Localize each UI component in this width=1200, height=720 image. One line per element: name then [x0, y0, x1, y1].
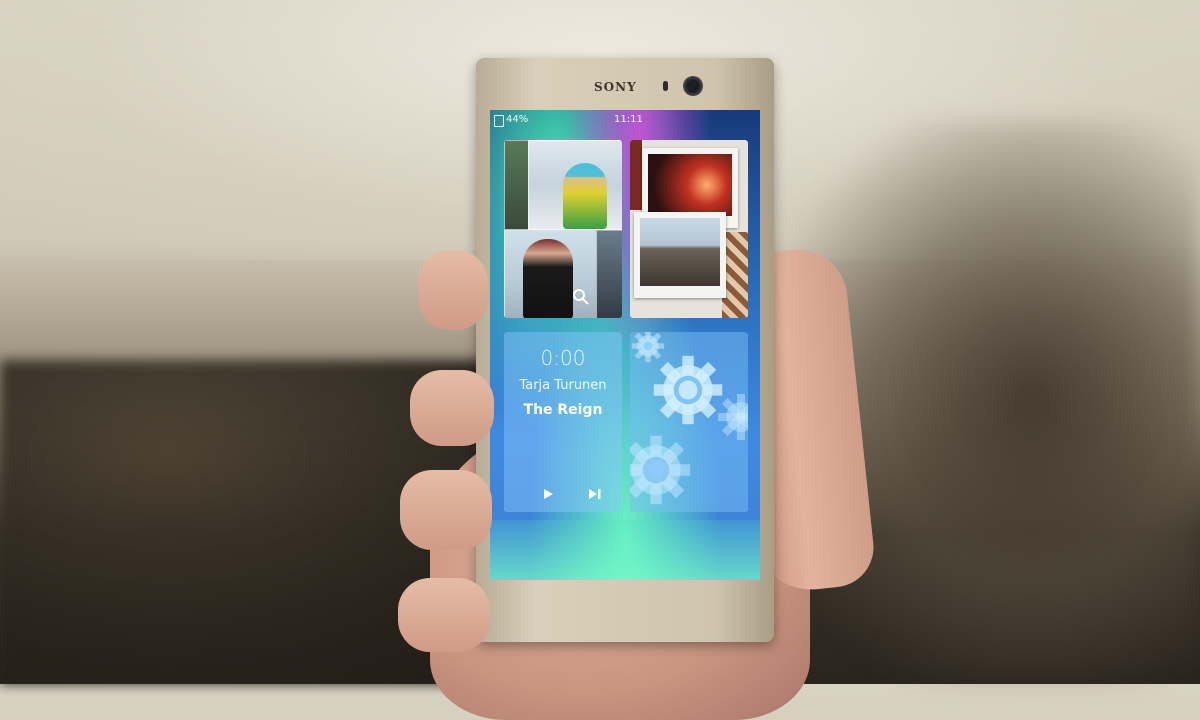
- photo-card: [630, 140, 642, 210]
- track-elapsed-time: 0:00: [540, 346, 586, 370]
- gallery-app-tile[interactable]: [630, 140, 748, 318]
- hand-finger: [418, 250, 488, 330]
- photo-thumbnail: [504, 140, 530, 230]
- photo-card: [634, 212, 726, 298]
- hand-finger: [410, 370, 494, 446]
- hand-finger: [400, 470, 492, 550]
- skip-next-icon[interactable]: [588, 488, 602, 500]
- wallpaper-aurora: [490, 520, 760, 580]
- gear-icon: [653, 355, 723, 425]
- front-camera: [683, 76, 703, 96]
- battery-icon: [494, 115, 504, 127]
- photo-thumbnail: [596, 230, 622, 318]
- status-bar: 44% 11:11: [490, 110, 760, 130]
- photo-thumbnail: [528, 140, 622, 230]
- play-icon[interactable]: [542, 488, 554, 500]
- battery-level: 44%: [506, 114, 529, 125]
- photos-app-tile[interactable]: [504, 140, 622, 318]
- media-player-tile[interactable]: 0:00 Tarja Turunen The Reign: [504, 332, 622, 512]
- phone: SONY 44% 11:11 0:00 Tarja Turunen The Re…: [476, 58, 774, 642]
- proximity-sensor: [663, 81, 668, 91]
- search-icon[interactable]: [572, 288, 590, 306]
- track-artist: Tarja Turunen: [519, 378, 607, 393]
- gear-icon: [718, 394, 748, 440]
- brand-logo: SONY: [594, 80, 637, 94]
- gear-icon: [630, 435, 691, 505]
- track-title: The Reign: [523, 402, 603, 418]
- phone-screen: 44% 11:11 0:00 Tarja Turunen The Reign: [490, 110, 760, 580]
- hand-finger: [398, 578, 490, 652]
- settings-app-tile[interactable]: [630, 332, 748, 512]
- status-clock: 11:11: [614, 114, 643, 125]
